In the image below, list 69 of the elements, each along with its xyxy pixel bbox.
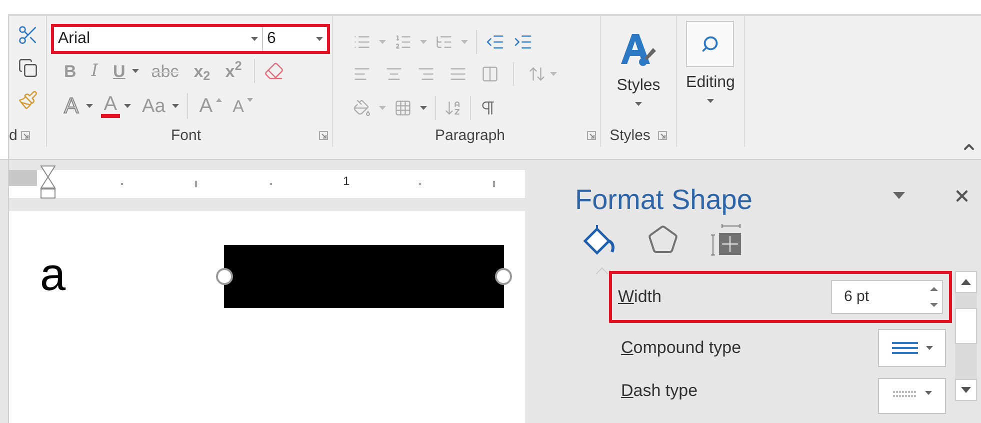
caret-icon xyxy=(316,37,323,41)
caret-icon xyxy=(924,391,932,395)
launcher-icon[interactable] xyxy=(658,131,668,140)
font-format-button[interactable]: U xyxy=(110,62,128,80)
font-format-button[interactable]: Aa xyxy=(139,96,168,116)
font-format-button[interactable]: A xyxy=(61,95,82,117)
compound-lines-icon xyxy=(892,341,918,355)
caret-icon xyxy=(634,102,642,106)
dash-type-dropdown[interactable] xyxy=(878,378,946,414)
eraser-icon[interactable] xyxy=(264,61,284,81)
scroll-up-icon[interactable] xyxy=(961,279,971,285)
distribute-icon[interactable] xyxy=(481,65,499,84)
group-label: Styles xyxy=(610,126,650,146)
width-spinner-field[interactable]: 6 pt xyxy=(831,280,943,314)
styles-button[interactable]: Styles xyxy=(616,30,660,106)
group-label: Paragraph xyxy=(434,126,506,146)
borders-icon[interactable] xyxy=(394,99,412,118)
pane-options-caret-icon[interactable] xyxy=(893,192,905,199)
caret-icon xyxy=(706,99,714,103)
paint-bucket-icon xyxy=(581,224,617,256)
ruler-number: 1 xyxy=(343,175,350,187)
scissors-icon[interactable] xyxy=(16,24,38,46)
caret-icon xyxy=(420,106,427,110)
property-label: Width xyxy=(618,286,662,308)
font-format-button[interactable]: I xyxy=(88,62,101,80)
dash-lines-icon xyxy=(892,391,916,399)
shading-icon[interactable] xyxy=(353,99,371,118)
size-position-icon xyxy=(710,223,744,257)
group-label: d xyxy=(9,126,18,146)
document-text: a xyxy=(40,251,66,297)
copy-icon[interactable] xyxy=(18,58,38,78)
property-label: Compound type xyxy=(621,337,742,360)
font-format-button[interactable]: x$_{2}$ xyxy=(190,62,214,80)
caret-icon xyxy=(926,346,932,350)
search-icon xyxy=(701,35,720,53)
scrollbar[interactable] xyxy=(955,271,977,401)
scroll-down-icon[interactable] xyxy=(961,387,971,393)
pentagon-icon xyxy=(647,224,679,256)
resize-handle[interactable] xyxy=(216,268,233,285)
launcher-icon[interactable] xyxy=(587,131,596,140)
numbered-list-icon[interactable] xyxy=(394,33,412,52)
font-format-button[interactable]: A xyxy=(196,96,216,116)
font-size-field[interactable]: 6 xyxy=(263,27,327,51)
group-label: Font xyxy=(170,126,202,146)
sort-icon[interactable] xyxy=(444,99,462,118)
caret-icon xyxy=(550,72,557,76)
paintbrush-icon[interactable] xyxy=(18,90,38,110)
caret-icon xyxy=(379,106,386,110)
indent-marker-icon[interactable] xyxy=(40,165,56,199)
property-label: Dash type xyxy=(621,380,699,402)
compound-type-dropdown[interactable] xyxy=(878,329,946,367)
caret-icon xyxy=(461,40,468,44)
resize-handle[interactable] xyxy=(495,268,512,285)
font-format-button[interactable]: A xyxy=(100,94,120,118)
decrease-caret-icon xyxy=(246,98,253,102)
launcher-icon[interactable] xyxy=(319,131,328,140)
font-format-button[interactable]: A xyxy=(230,98,247,114)
launcher-icon[interactable] xyxy=(21,131,30,140)
increase-caret-icon xyxy=(216,98,222,102)
line-spacing-icon[interactable] xyxy=(528,65,546,84)
scrollbar-thumb[interactable] xyxy=(955,308,977,344)
font-name-field[interactable]: Arial xyxy=(54,27,263,51)
font-format-button[interactable]: x$^{2}$ xyxy=(222,62,245,80)
caret-icon xyxy=(251,37,258,41)
spin-arrows-icon[interactable] xyxy=(930,286,938,308)
caret-icon xyxy=(420,40,427,44)
pane-title: Format Shape xyxy=(575,183,754,217)
caret-icon xyxy=(379,40,386,44)
font-format-button[interactable]: B xyxy=(61,62,80,80)
